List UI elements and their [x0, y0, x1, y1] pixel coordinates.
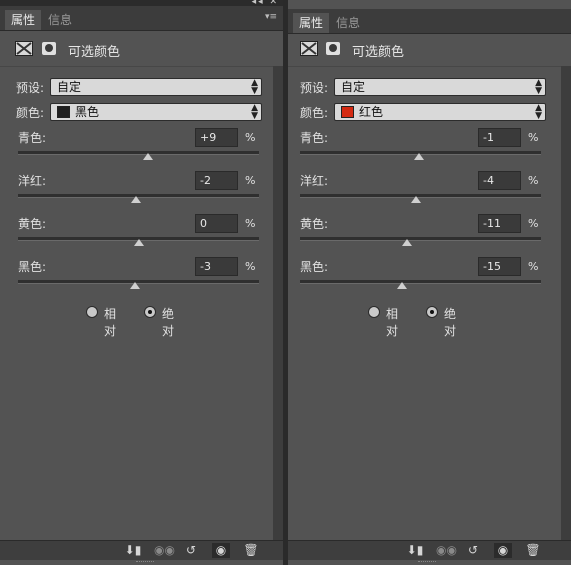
- magenta-slider-thumb[interactable]: [131, 196, 142, 203]
- cyan-slider-track[interactable]: [300, 151, 541, 160]
- yellow-slider-track[interactable]: [300, 237, 541, 246]
- visibility-eye-icon[interactable]: ◉: [212, 543, 230, 558]
- preset-value: 自定: [341, 80, 366, 94]
- preset-select[interactable]: 自定 ▲ ▼: [334, 78, 546, 96]
- select-arrows-icon: ▲ ▼: [535, 78, 542, 96]
- black-slider-track[interactable]: [300, 280, 541, 289]
- preset-label: 预设:: [300, 81, 329, 95]
- adjustment-title: 可选颜色: [68, 45, 121, 60]
- black-unit: %: [528, 260, 539, 273]
- color-value: 黑色: [75, 105, 100, 119]
- clip-to-layer-icon[interactable]: ⬇▮: [406, 543, 424, 558]
- yellow-unit: %: [245, 217, 256, 230]
- relative-radio[interactable]: [86, 306, 98, 318]
- trash-icon[interactable]: 🗑: [524, 543, 542, 558]
- black-label: 黑色:: [18, 260, 47, 274]
- trash-icon[interactable]: 🗑: [242, 543, 260, 558]
- select-arrows-icon: ▲ ▼: [251, 103, 258, 121]
- magenta-unit: %: [528, 174, 539, 187]
- yellow-slider-thumb[interactable]: [402, 239, 413, 246]
- select-arrows-icon: ▲ ▼: [251, 78, 258, 96]
- resize-grip[interactable]: [418, 561, 436, 564]
- cyan-input[interactable]: -1: [478, 128, 521, 147]
- view-previous-icon[interactable]: ◉◉: [154, 543, 175, 558]
- panel-bottom-toolbar: ⬇▮ ◉◉ ↺ ◉ 🗑: [0, 540, 283, 560]
- select-arrows-icon: ▲ ▼: [535, 103, 542, 121]
- magenta-slider-thumb[interactable]: [410, 196, 421, 203]
- yellow-slider-track[interactable]: [18, 237, 259, 246]
- yellow-label: 黄色:: [300, 217, 329, 231]
- black-label: 黑色:: [300, 260, 329, 274]
- relative-label[interactable]: 相对: [104, 305, 116, 339]
- view-previous-icon[interactable]: ◉◉: [436, 543, 457, 558]
- absolute-label[interactable]: 绝对: [162, 305, 174, 339]
- properties-panel-left: ◂◂ ✕ 属性 信息 ▾≡ 可选颜色 预设: 自定 ▲ ▼ 颜色: 黑色 ▲ ▼ 青…: [0, 0, 283, 565]
- color-label: 颜色:: [300, 106, 329, 120]
- color-value: 红色: [359, 105, 384, 119]
- preset-select[interactable]: 自定 ▲ ▼: [50, 78, 262, 96]
- color-select[interactable]: 红色 ▲ ▼: [334, 103, 546, 121]
- visibility-eye-icon[interactable]: ◉: [494, 543, 512, 558]
- black-slider-thumb[interactable]: [129, 282, 140, 289]
- black-unit: %: [245, 260, 256, 273]
- black-input[interactable]: -3: [195, 257, 238, 276]
- layer-mask-icon[interactable]: [42, 42, 56, 55]
- preset-label: 预设:: [16, 81, 45, 95]
- reset-icon[interactable]: ↺: [182, 543, 200, 558]
- resize-grip[interactable]: [136, 561, 154, 564]
- cyan-unit: %: [528, 131, 539, 144]
- magenta-input[interactable]: -4: [478, 171, 521, 190]
- black-input[interactable]: -15: [478, 257, 521, 276]
- selective-color-icon: [300, 41, 318, 56]
- cyan-slider-thumb[interactable]: [414, 153, 425, 160]
- yellow-label: 黄色:: [18, 217, 47, 231]
- black-slider-track[interactable]: [18, 280, 259, 289]
- cyan-slider-track[interactable]: [18, 151, 259, 160]
- panel-header: 可选颜色: [288, 31, 571, 67]
- panel-scrollbar[interactable]: [273, 66, 283, 540]
- magenta-slider-track[interactable]: [300, 194, 541, 203]
- cyan-label: 青色:: [300, 131, 329, 145]
- layer-mask-icon[interactable]: [326, 42, 340, 55]
- absolute-label[interactable]: 绝对: [444, 305, 456, 339]
- cyan-slider-thumb[interactable]: [143, 153, 154, 160]
- preset-value: 自定: [57, 80, 82, 94]
- panel-header: 可选颜色: [0, 31, 283, 67]
- tab-info[interactable]: 信息: [42, 10, 78, 30]
- relative-radio[interactable]: [368, 306, 380, 318]
- cyan-unit: %: [245, 131, 256, 144]
- yellow-slider-thumb[interactable]: [133, 239, 144, 246]
- yellow-unit: %: [528, 217, 539, 230]
- panel-bottom-toolbar: ⬇▮ ◉◉ ↺ ◉ 🗑: [288, 540, 571, 560]
- relative-label[interactable]: 相对: [386, 305, 398, 339]
- magenta-input[interactable]: -2: [195, 171, 238, 190]
- black-slider-thumb[interactable]: [397, 282, 408, 289]
- magenta-label: 洋红:: [300, 174, 329, 188]
- tab-properties[interactable]: 属性: [293, 13, 330, 33]
- yellow-input[interactable]: -11: [478, 214, 521, 233]
- selective-color-icon: [15, 41, 33, 56]
- color-label: 颜色:: [16, 106, 45, 120]
- magenta-label: 洋红:: [18, 174, 47, 188]
- properties-panel-right: 属性 信息 可选颜色 预设: 自定 ▲ ▼ 颜色: 红色 ▲ ▼ 青色: -1 % …: [288, 0, 571, 565]
- adjustment-title: 可选颜色: [352, 45, 405, 60]
- cyan-label: 青色:: [18, 131, 47, 145]
- panel-menu-icon[interactable]: ▾≡: [265, 12, 277, 22]
- absolute-radio[interactable]: [144, 306, 156, 318]
- color-select[interactable]: 黑色 ▲ ▼: [50, 103, 262, 121]
- yellow-input[interactable]: 0: [195, 214, 238, 233]
- magenta-slider-track[interactable]: [18, 194, 259, 203]
- clip-to-layer-icon[interactable]: ⬇▮: [124, 543, 142, 558]
- cyan-input[interactable]: +9: [195, 128, 238, 147]
- absolute-radio[interactable]: [426, 306, 438, 318]
- color-swatch: [57, 106, 70, 118]
- tab-properties[interactable]: 属性: [5, 10, 42, 30]
- tab-info[interactable]: 信息: [330, 13, 366, 33]
- tab-bar: 属性 信息 ▾≡: [0, 6, 283, 31]
- color-swatch: [341, 106, 354, 118]
- reset-icon[interactable]: ↺: [464, 543, 482, 558]
- magenta-unit: %: [245, 174, 256, 187]
- panel-scrollbar[interactable]: [561, 66, 571, 540]
